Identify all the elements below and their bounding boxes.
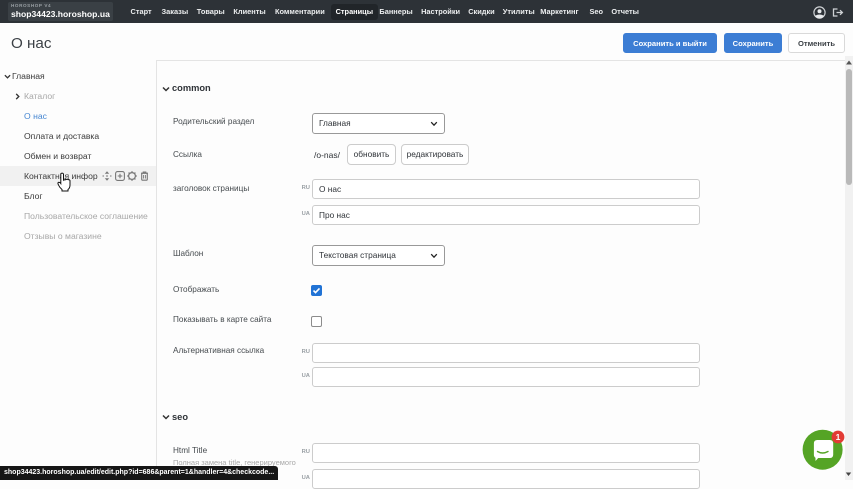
svg-text:1: 1 bbox=[836, 432, 841, 442]
